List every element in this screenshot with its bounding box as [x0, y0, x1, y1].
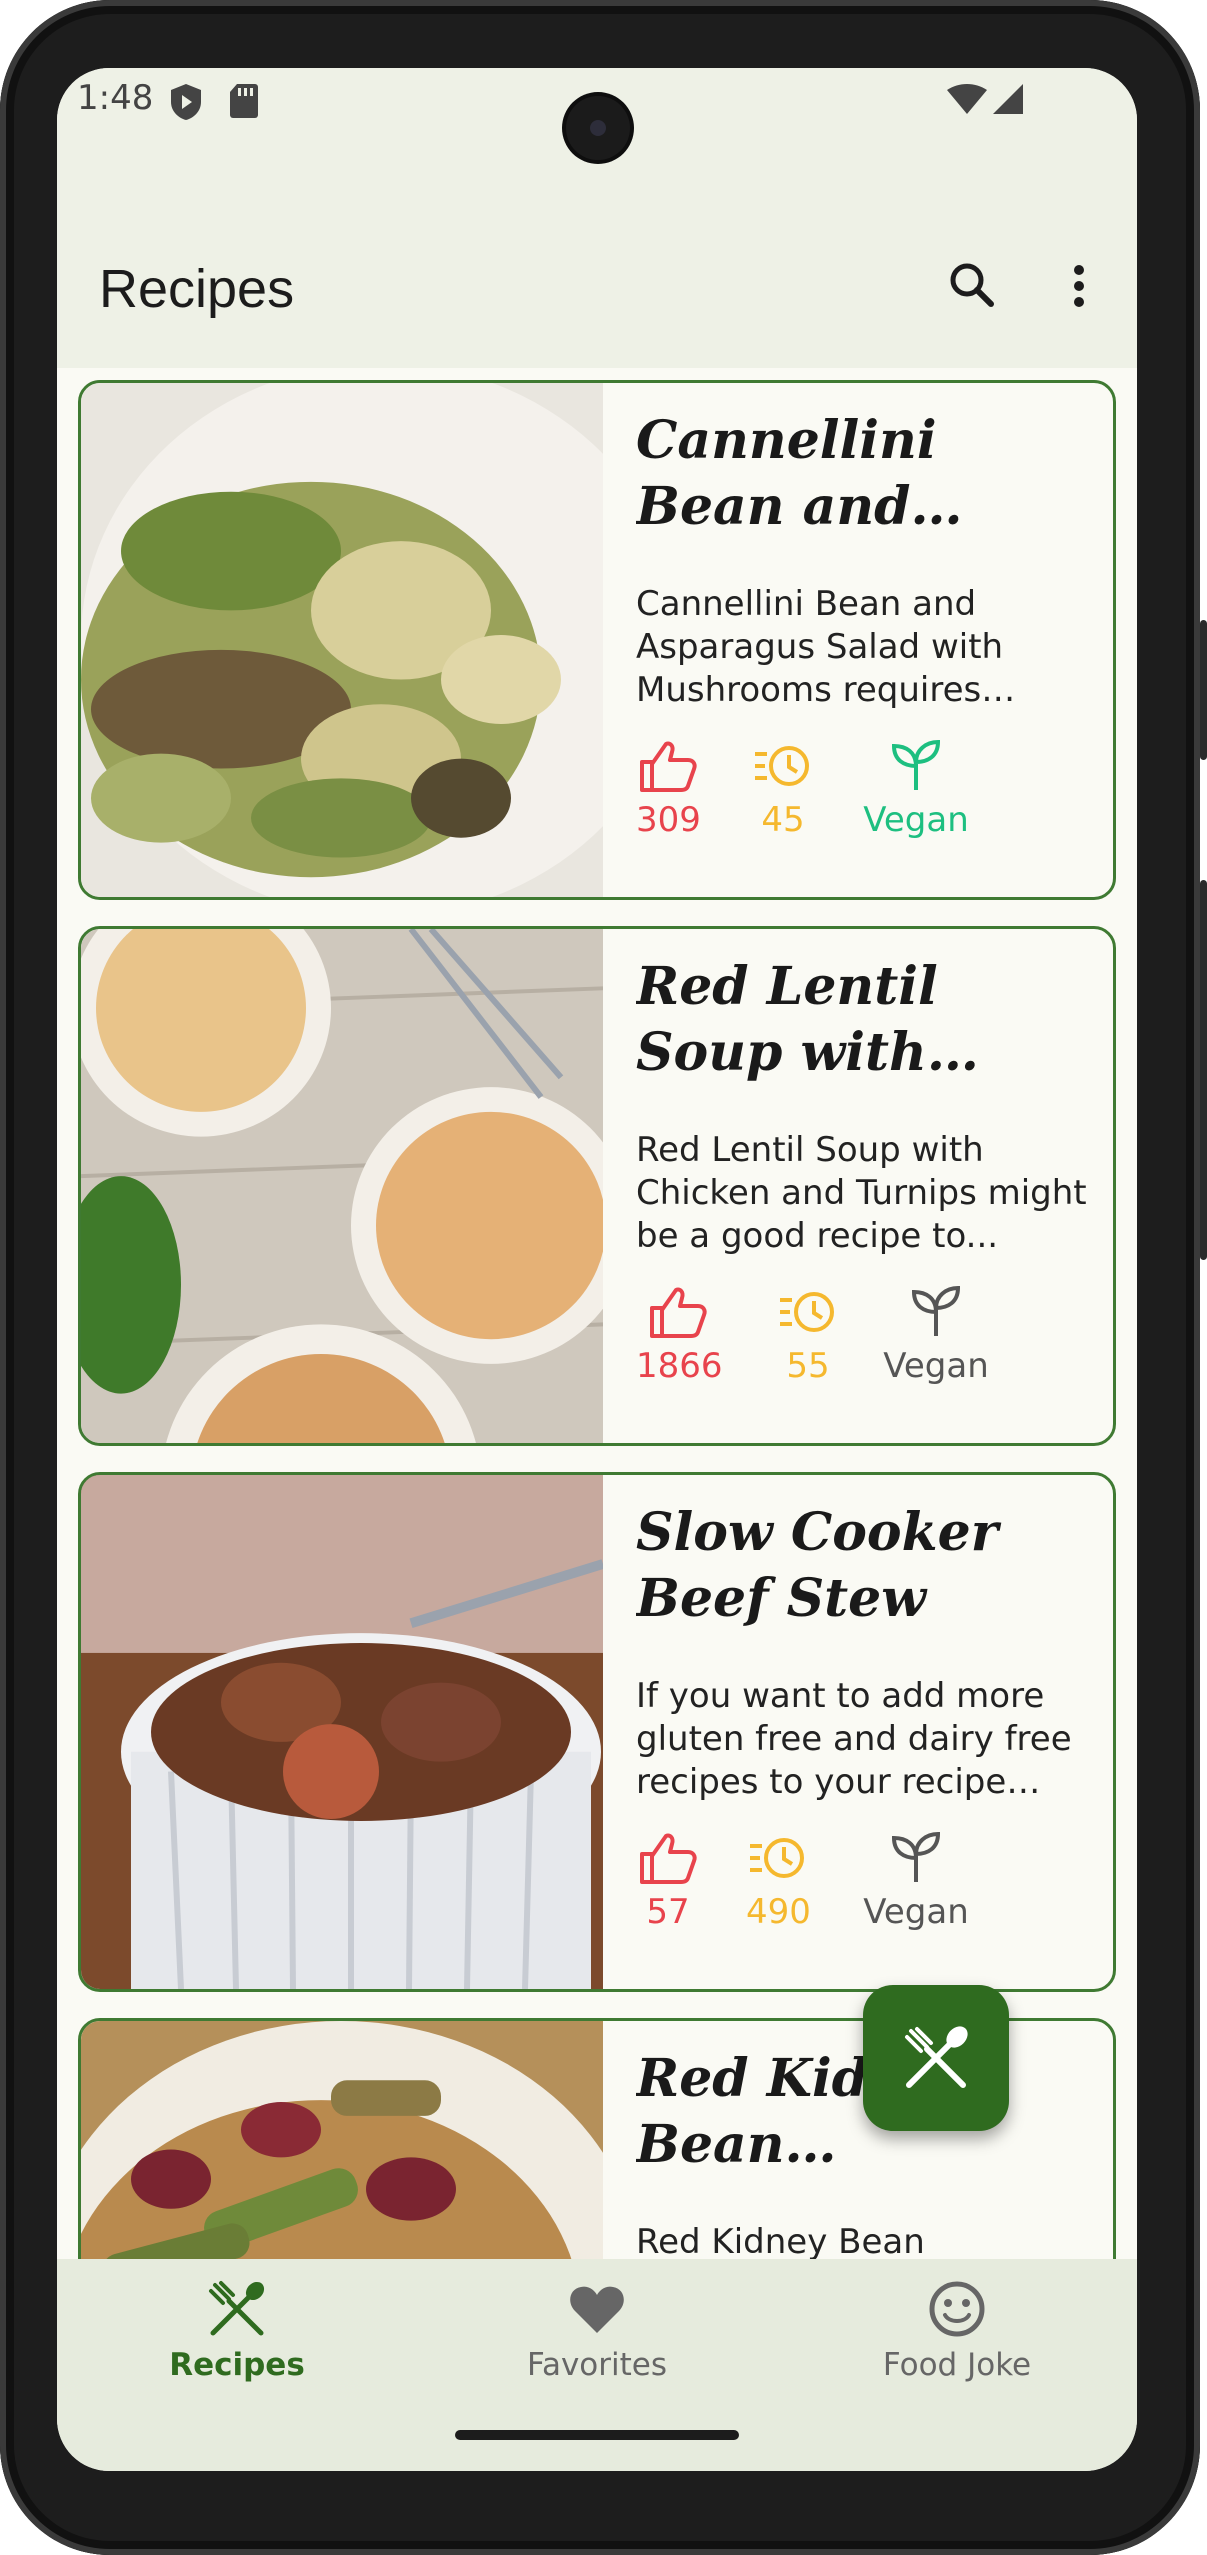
nav-label-recipes: Recipes [169, 2347, 305, 2383]
vegan-stat: Vegan [861, 738, 971, 840]
search-button[interactable] [937, 250, 1009, 322]
likes-count: 57 [646, 1892, 690, 1932]
nav-item-recipes[interactable]: Recipes [57, 2259, 417, 2409]
leaf-icon [891, 1831, 941, 1882]
fork-knife-icon [905, 2026, 968, 2088]
gesture-area [57, 2409, 1137, 2471]
search-icon [950, 263, 994, 307]
nav-item-favorites[interactable]: Favorites [417, 2259, 777, 2409]
shield-icon [171, 84, 201, 120]
side-button [1200, 620, 1207, 760]
overflow-menu-button[interactable] [1043, 250, 1115, 322]
heart-icon [570, 2286, 624, 2333]
recipe-image [81, 383, 603, 897]
nav-label-food-joke: Food Joke [882, 2347, 1032, 2383]
nav-item-food-joke[interactable]: Food Joke [777, 2259, 1137, 2409]
time-minutes: 45 [761, 800, 805, 840]
recipe-title: Slow Cooker Beef Stew [636, 1502, 999, 1629]
time-stat: 45 [751, 738, 815, 840]
recipe-description: If you want to add more gluten free and … [636, 1676, 1072, 1802]
more-vertical-icon [1074, 265, 1084, 307]
vegan-label: Vegan [863, 1892, 969, 1932]
phone-frame: 1:48 Recipes Cannellini Bean and Cannell… [0, 0, 1207, 2555]
clock-icon [780, 1292, 834, 1332]
thumbs-up-icon [640, 1833, 697, 1884]
fork-knife-icon [209, 2281, 265, 2336]
likes-count: 309 [636, 800, 701, 840]
sd-card-icon [230, 84, 258, 118]
time-minutes: 490 [746, 1892, 811, 1932]
vegan-label: Vegan [863, 800, 969, 840]
front-camera [566, 96, 630, 160]
recipe-title: Cannellini Bean and Asparagus S... [636, 410, 937, 537]
bottom-navigation: Recipes Favorites Food Joke [57, 2259, 1137, 2409]
recipe-stats: 1866 55 Vegan [636, 1284, 1091, 1404]
status-bar: 1:48 [57, 68, 1137, 178]
clock-icon [750, 1838, 804, 1878]
recipe-description: Cannellini Bean and Asparagus Salad with… [636, 584, 1004, 710]
recipe-card-body: Slow Cooker Beef Stew If you want to add… [636, 1475, 1091, 1989]
thumbs-up-icon [650, 1287, 707, 1338]
time-stat: 490 [746, 1830, 811, 1932]
thumbs-up-icon [640, 741, 697, 792]
vegan-stat: Vegan [861, 1830, 971, 1932]
recipe-title: Red Lentil Soup with Chicken and... [636, 956, 938, 1083]
recipe-card-body: Red Lentil Soup with Chicken and... Red … [636, 929, 1091, 1443]
status-time: 1:48 [77, 78, 154, 118]
recipe-image [81, 929, 603, 1443]
recipe-image [81, 1475, 603, 1989]
app-bar: Recipes [57, 178, 1137, 368]
nav-label-favorites: Favorites [526, 2347, 668, 2383]
likes-stat: 309 [636, 738, 701, 840]
time-minutes: 55 [786, 1346, 830, 1386]
leaf-icon [911, 1285, 961, 1336]
home-gesture-bar[interactable] [455, 2430, 739, 2440]
likes-count: 1866 [636, 1346, 723, 1386]
signal-icon [993, 84, 1023, 114]
leaf-icon [891, 739, 941, 790]
recipe-stats: 309 45 Vegan [636, 738, 1091, 858]
recipe-card[interactable]: Cannellini Bean and Asparagus S... Canne… [78, 380, 1116, 900]
likes-stat: 1866 [636, 1284, 723, 1386]
time-stat: 55 [776, 1284, 840, 1386]
recipe-card[interactable]: Slow Cooker Beef Stew If you want to add… [78, 1472, 1116, 1992]
page-title: Recipes [99, 259, 295, 319]
recipe-card[interactable]: Red Lentil Soup with Chicken and... Red … [78, 926, 1116, 1446]
screen: 1:48 Recipes Cannellini Bean and Cannell… [57, 68, 1137, 2471]
volume-button [1200, 880, 1207, 1260]
recipe-card-body: Cannellini Bean and Asparagus S... Canne… [636, 383, 1091, 897]
likes-stat: 57 [636, 1830, 700, 1932]
clock-icon [755, 746, 809, 786]
fab-food-button[interactable] [863, 1985, 1009, 2131]
recipe-stats: 57 490 Vegan [636, 1830, 1091, 1950]
wifi-icon [947, 84, 987, 114]
vegan-label: Vegan [883, 1346, 989, 1386]
vegan-stat: Vegan [881, 1284, 991, 1386]
smiley-icon [929, 2281, 985, 2337]
recipe-description: Red Lentil Soup with Chicken and Turnips… [636, 1130, 1087, 1256]
